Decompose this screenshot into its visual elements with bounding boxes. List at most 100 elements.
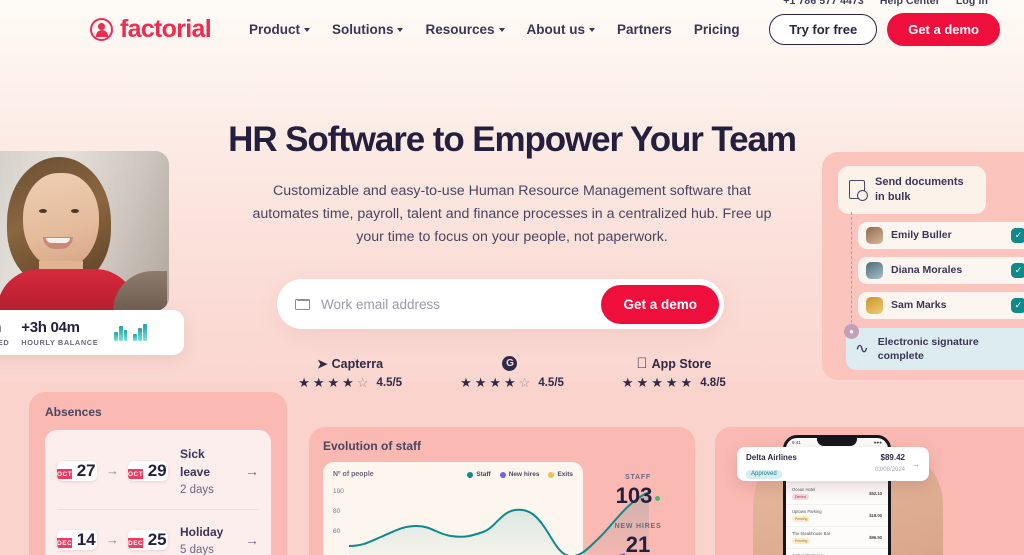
phone-notch: [817, 438, 857, 446]
star-icon: ★: [474, 375, 487, 390]
g2-brand: G: [502, 356, 521, 371]
arrow-right-icon[interactable]: →: [911, 459, 920, 469]
factorial-logo[interactable]: factorial: [90, 14, 212, 44]
list-item[interactable]: Emily Buller ✓: [858, 221, 1024, 249]
star-icon: ★: [312, 375, 325, 390]
absence-duration: 5 days: [180, 544, 214, 555]
app-store-label: App Store: [645, 356, 712, 371]
legend-item-exits: Exits: [548, 471, 573, 478]
star-half-icon: ☆: [356, 375, 369, 390]
chart-ytick: 60: [333, 528, 341, 535]
evolution-of-staff-card: Evolution of staff Nº of people Staff Ne…: [309, 427, 695, 555]
stat-value: 21: [625, 532, 651, 555]
calendar-from: OCT 27: [57, 460, 97, 481]
list-item[interactable]: Diana Morales ✓: [858, 256, 1024, 284]
factorial-logo-icon: [90, 17, 113, 41]
capterra-score: 4.5/5: [376, 376, 403, 389]
app-store-stars: ★ ★ ★ ★ ★ 4.8/5: [622, 376, 726, 389]
person-name: Emily Buller: [891, 229, 952, 242]
status-icons: ●●●: [873, 440, 882, 445]
expense-detail-card[interactable]: Delta Airlines Approved $89.42 03/08/202…: [737, 447, 929, 481]
chevron-down-icon: [397, 28, 404, 32]
capterra-icon: ➤: [317, 357, 328, 371]
nav-item-pricing[interactable]: Pricing: [694, 22, 740, 37]
table-row[interactable]: DEC 14 → DEC 25 Holiday 5 days →: [57, 509, 259, 555]
star-icon: ★: [298, 375, 310, 390]
apple-icon: : [636, 356, 647, 371]
person-name: Sam Marks: [891, 299, 947, 312]
expenses-phone-card: 9:41 ●●● Site Menu Sun Coffee Pending $4…: [715, 427, 1024, 555]
star-icon: ★: [489, 375, 502, 390]
absence-info: Sick leave 2 days: [180, 445, 236, 496]
nav-item-partners-label: Partners: [617, 21, 672, 37]
chart-y-ticks: 100 80 60: [333, 488, 344, 548]
table-row[interactable]: OCT 27 → OCT 29 Sick leave 2 days →: [57, 432, 259, 509]
email-capture-form: Get a demo: [277, 279, 724, 329]
expense-name: Ocean Hotel: [792, 487, 816, 492]
employee-photo: [0, 151, 169, 311]
main-nav: Product Solutions Resources About us Par…: [249, 22, 740, 37]
arrow-right-icon[interactable]: →: [245, 463, 259, 479]
check-icon: ✓: [1011, 227, 1024, 243]
calendar-day: 29: [147, 460, 167, 480]
expense-detail-right: $89.42 03/08/2024: [875, 453, 905, 473]
list-item[interactable]: Ocean Hotel Denied $52.10: [786, 483, 888, 505]
star-icon: ★: [680, 374, 693, 389]
capterra-stars: ★ ★ ★ ★ ☆ 4.5/5: [298, 376, 402, 389]
stat-label: STAFF: [624, 474, 652, 481]
star-icon: ★: [621, 374, 634, 389]
signature-icon: ∿: [854, 340, 869, 357]
worked-value: 04m: [0, 319, 9, 336]
form-get-a-demo-button[interactable]: Get a demo: [601, 284, 719, 324]
expense-name: The Steakhouse Bar: [792, 531, 831, 536]
g2-icon: G: [502, 356, 518, 371]
star-icon: ★: [504, 375, 516, 390]
star-icon: ★: [651, 374, 663, 389]
calendar-month: OCT: [57, 468, 73, 479]
worked-label: WORKED: [0, 337, 10, 347]
star-icon: ★: [460, 375, 472, 390]
absences-list: OCT 27 → OCT 29 Sick leave 2 days → DEC …: [45, 430, 271, 555]
nav-item-pricing-label: Pricing: [693, 21, 740, 37]
nav-item-about-us[interactable]: About us: [527, 22, 596, 37]
app-store-brand:  App Store: [636, 356, 711, 371]
calendar-from: DEC 14: [57, 529, 97, 550]
calendar-day: 14: [76, 529, 96, 549]
nav-item-resources-label: Resources: [425, 21, 495, 37]
list-item[interactable]: Sam Marks ✓: [858, 291, 1024, 319]
list-item[interactable]: The Steakhouse Bar Pending $96.50: [786, 527, 888, 549]
stat-value: 103: [615, 483, 653, 508]
get-a-demo-button[interactable]: Get a demo: [887, 12, 1000, 46]
nav-item-resources[interactable]: Resources: [425, 21, 505, 37]
photo-eye-left: [39, 209, 47, 213]
photo-eye-right: [71, 209, 79, 213]
expense-name: Uptown Parking: [792, 509, 822, 514]
star-icon: ★: [342, 375, 354, 390]
check-icon: ✓: [1011, 297, 1024, 313]
nav-item-solutions[interactable]: Solutions: [332, 22, 404, 37]
try-for-free-button[interactable]: Try for free: [769, 13, 878, 45]
avatar: [866, 226, 883, 244]
timeline-dot-icon: ●: [844, 324, 859, 339]
chevron-down-icon: [303, 28, 310, 32]
chart-sparkline: [349, 491, 649, 555]
absences-card: Absences OCT 27 → OCT 29 Sick leave 2 da…: [29, 392, 287, 555]
nav-item-product[interactable]: Product: [249, 22, 310, 37]
calendar-to: OCT 29: [128, 460, 168, 481]
status-time: 9:41: [792, 440, 801, 445]
calendar-to: DEC 25: [128, 529, 168, 550]
chart-ytick: 80: [333, 508, 341, 515]
calendar-month: DEC: [128, 537, 144, 548]
list-item[interactable]: Uptown Parking Pending $18.00: [786, 505, 888, 527]
arrow-right-icon[interactable]: →: [245, 532, 259, 548]
time-tracking-widget: 04m WORKED +3h 04m HOURLY BALANCE: [0, 310, 184, 355]
factorial-logo-text: factorial: [120, 14, 212, 43]
expense-amount: $89.42: [880, 453, 905, 462]
bar-chart-icon: [114, 324, 147, 341]
calendar-month: OCT: [128, 468, 144, 479]
nav-item-partners[interactable]: Partners: [617, 22, 672, 37]
g2-score: 4.5/5: [538, 376, 564, 389]
list-item[interactable]: Amber Stationery Pending $12.30: [786, 549, 888, 555]
work-email-input[interactable]: [310, 296, 602, 312]
star-half-icon: ☆: [518, 375, 531, 390]
